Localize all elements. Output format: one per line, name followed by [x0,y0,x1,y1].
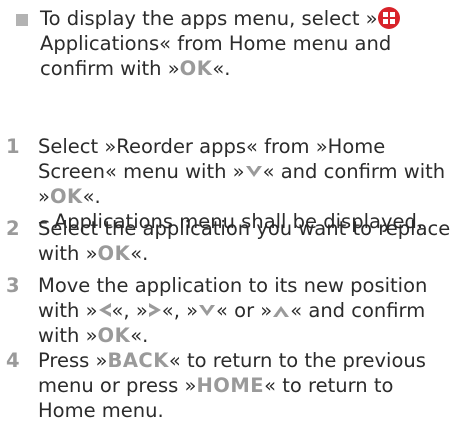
step-2: 2 Select the application you want to rep… [6,217,451,265]
step-number: 1 [6,135,20,158]
arrow-down-icon [245,166,262,177]
arrow-right-icon [148,303,161,317]
step-3: 3 Move the application to its new positi… [6,274,428,347]
ok-key: OK [97,242,131,265]
ok-key: OK [97,324,131,347]
step-number: 3 [6,274,20,297]
ok-key: OK [179,57,213,80]
step-number: 4 [6,349,20,372]
step-number: 2 [6,217,20,240]
back-key: BACK [107,349,169,372]
square-bullet-icon [16,14,28,26]
arrow-left-icon [98,303,111,317]
apps-grid-icon [377,7,400,29]
arrow-up-icon [273,306,290,317]
arrow-down-icon [199,305,216,316]
step-4: 4 Press »BACK« to return to the previous… [6,349,426,422]
ok-key: OK [49,185,83,208]
intro-paragraph: To display the apps menu, select » Appli… [16,6,456,81]
home-key: HOME [196,374,265,397]
intro-text: To display the apps menu, select » [40,7,378,30]
